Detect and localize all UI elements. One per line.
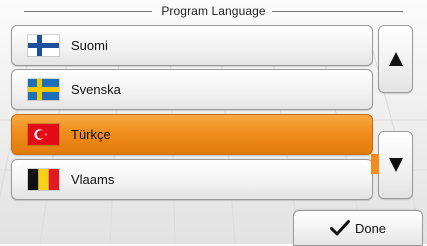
language-item-turkce[interactable]: Türkçe bbox=[11, 114, 373, 155]
scroll-up-button[interactable] bbox=[378, 25, 413, 93]
sweden-flag-icon bbox=[28, 79, 59, 100]
scroll-down-button[interactable] bbox=[371, 131, 413, 199]
turkey-flag-icon bbox=[28, 124, 59, 145]
header-rule-right bbox=[272, 11, 403, 12]
finland-flag-icon bbox=[28, 35, 59, 56]
triangle-down-icon bbox=[388, 158, 403, 172]
language-item-svenska[interactable]: Svenska bbox=[11, 69, 373, 110]
language-label: Türkçe bbox=[71, 127, 111, 142]
language-label: Vlaams bbox=[71, 172, 115, 187]
checkmark-icon bbox=[329, 220, 350, 236]
language-item-suomi[interactable]: Suomi bbox=[11, 25, 373, 66]
language-item-vlaams[interactable]: Vlaams bbox=[11, 159, 373, 200]
header-rule-left bbox=[24, 11, 152, 12]
dialog-header: Program Language bbox=[0, 0, 427, 22]
done-button[interactable]: Done bbox=[293, 210, 423, 246]
language-label: Suomi bbox=[71, 38, 108, 53]
page-title: Program Language bbox=[161, 4, 266, 18]
language-label: Svenska bbox=[71, 82, 121, 97]
triangle-up-icon bbox=[388, 52, 403, 66]
belgium-flag-icon bbox=[28, 169, 59, 190]
done-label: Done bbox=[354, 221, 387, 236]
